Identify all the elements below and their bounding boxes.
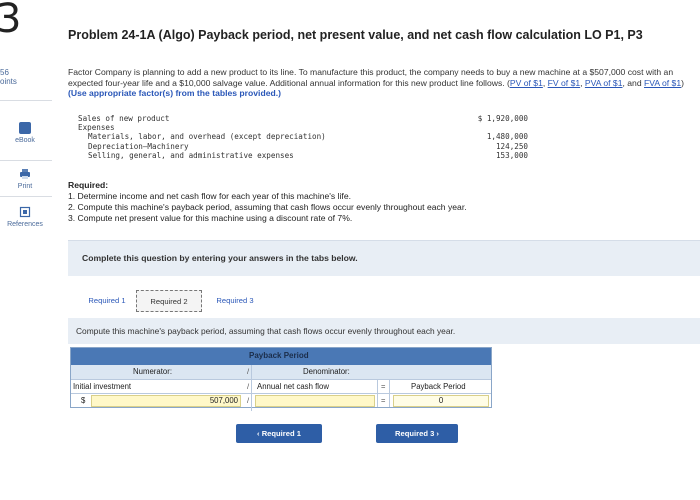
numerator-input[interactable]: 507,000 [91, 395, 241, 407]
column-divider [251, 365, 252, 411]
currency-symbol: $ [81, 396, 86, 405]
requirement-tabs: Required 1 Required 2 Required 3 [68, 284, 700, 320]
table-header: Payback Period [71, 348, 491, 365]
required-item: 2. Compute this machine's payback period… [68, 202, 467, 212]
expenses-heading: Expenses [78, 123, 115, 133]
references-tool[interactable]: References [2, 206, 48, 228]
problem-title: Problem 24-1A (Algo) Payback period, net… [68, 28, 643, 42]
column-divider [389, 379, 390, 407]
prev-button[interactable]: ‹ Required 1 [236, 424, 322, 443]
sales-row: Sales of new product $ 1,920,000 [78, 114, 528, 123]
ebook-tool[interactable]: eBook [2, 122, 48, 144]
rail-divider [0, 160, 52, 161]
denominator-item: Annual net cash flow [257, 382, 329, 391]
print-tool[interactable]: Print [2, 168, 48, 190]
points-value: 56 oints [0, 68, 17, 86]
tab-required-2[interactable]: Required 2 [136, 290, 202, 312]
chevron-right-icon: › [434, 429, 439, 438]
fva-link[interactable]: FVA of $1 [644, 78, 681, 88]
table-row-values: $ 507,000 / = 0 [71, 393, 491, 407]
print-icon [19, 168, 31, 180]
numerator-item: Initial investment [73, 382, 132, 391]
table-row-labels: Numerator: / Denominator: [71, 365, 491, 379]
result-label: Payback Period [411, 382, 466, 391]
numerator-label: Numerator: [133, 367, 172, 376]
factor-instruction: (Use appropriate factor(s) from the tabl… [68, 88, 281, 98]
equals-symbol: = [381, 396, 386, 405]
pv-link[interactable]: PV of $1 [510, 78, 543, 88]
references-icon [19, 206, 31, 218]
divide-symbol: / [247, 396, 250, 405]
ebook-icon [19, 122, 31, 134]
next-button[interactable]: Required 3 › [376, 424, 458, 443]
divide-symbol: / [247, 382, 250, 391]
expense-row: Depreciation—Machinery 124,250 [88, 141, 528, 151]
required-list: 1. Determine income and net cash flow fo… [68, 191, 467, 224]
required-item: 1. Determine income and net cash flow fo… [68, 191, 351, 201]
required-heading: Required: [68, 180, 109, 190]
instruction-banner: Complete this question by entering your … [68, 240, 700, 276]
problem-intro: Factor Company is planning to add a new … [68, 67, 684, 98]
pva-link[interactable]: PVA of $1 [585, 78, 623, 88]
question-number: 3 [0, 0, 22, 42]
table-row-items: Initial investment / Annual net cash flo… [71, 379, 491, 393]
payback-result: 0 [393, 395, 489, 407]
denominator-label: Denominator: [303, 367, 350, 376]
denominator-input[interactable] [255, 395, 375, 407]
rail-divider [0, 196, 52, 197]
payback-table: Payback Period Numerator: / Denominator:… [70, 347, 492, 411]
equals-symbol: = [381, 382, 386, 391]
divide-symbol: / [247, 367, 250, 376]
financial-data: Sales of new product $ 1,920,000 Expense… [78, 114, 528, 160]
tab-required-3[interactable]: Required 3 [202, 290, 268, 312]
rail-divider [0, 100, 52, 101]
table-title: Payback Period [249, 351, 309, 360]
left-rail: 3 56 oints eBook Print References [0, 0, 52, 500]
expense-row: Selling, general, and administrative exp… [88, 150, 528, 160]
fv-link[interactable]: FV of $1 [548, 78, 580, 88]
task-prompt: Compute this machine's payback period, a… [68, 318, 700, 344]
required-item: 3. Compute net present value for this ma… [68, 213, 353, 223]
expense-row: Materials, labor, and overhead (except d… [88, 132, 528, 142]
column-divider [377, 379, 378, 407]
tab-required-1[interactable]: Required 1 [76, 290, 138, 312]
